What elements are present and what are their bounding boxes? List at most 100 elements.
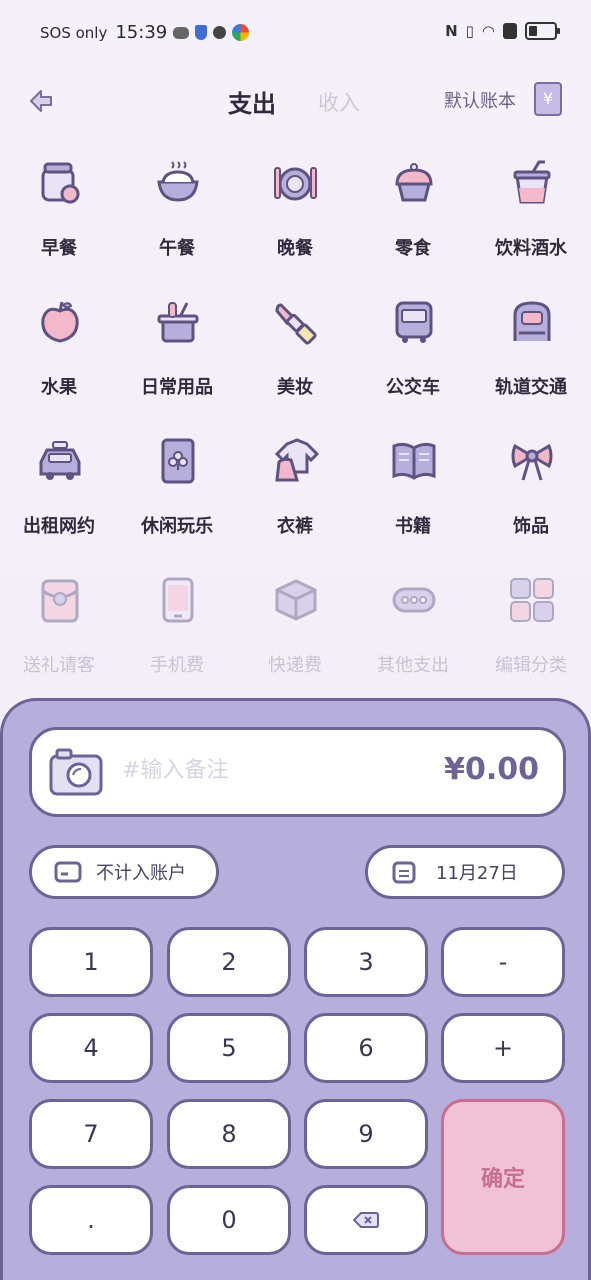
date-picker[interactable]: 11月27日 [365, 845, 565, 899]
carrier-text: SOS only [40, 23, 108, 42]
category-label: 美妆 [277, 377, 313, 398]
key-decimal[interactable]: . [29, 1185, 153, 1255]
category-delivery[interactable]: 快递费 [236, 567, 354, 687]
confirm-button[interactable]: 确定 [441, 1099, 565, 1255]
category-metro[interactable]: 轨道交通 [472, 289, 590, 409]
book-icon [392, 442, 436, 480]
shield-icon [195, 25, 208, 40]
category-label: 早餐 [41, 238, 77, 259]
status-left: SOS only 15:39 [40, 22, 250, 43]
account-book-label[interactable]: 默认账本 [444, 87, 516, 113]
category-label: 日常用品 [141, 377, 213, 398]
status-right: N ▯ ◠ [445, 22, 560, 40]
category-drinks[interactable]: 饮料酒水 [472, 150, 590, 270]
category-label: 送礼请客 [23, 655, 95, 676]
category-label: 手机费 [150, 655, 204, 676]
category-bus[interactable]: 公交车 [354, 289, 472, 409]
category-label: 水果 [41, 377, 77, 398]
close-badge-icon [213, 26, 227, 39]
category-label: 编辑分类 [495, 655, 567, 676]
key-8[interactable]: 8 [167, 1099, 291, 1169]
category-label: 午餐 [159, 238, 195, 259]
memo-box: ¥0.00 [29, 727, 566, 817]
category-clothes[interactable]: 衣裤 [236, 428, 354, 548]
key-4[interactable]: 4 [29, 1013, 153, 1083]
red-envelope-icon [41, 579, 79, 623]
category-snacks[interactable]: 零食 [354, 150, 472, 270]
account-book-icon[interactable]: ¥ [534, 82, 562, 116]
category-label: 衣裤 [277, 516, 313, 537]
category-lunch[interactable]: 午餐 [118, 150, 236, 270]
toiletries-icon [157, 302, 199, 343]
tab-expense[interactable]: 支出 [228, 84, 276, 119]
category-accessories[interactable]: 饰品 [472, 428, 590, 548]
calendar-icon [392, 861, 416, 884]
vibrate-icon: ▯ [465, 22, 474, 40]
game-icon [173, 26, 190, 39]
category-other[interactable]: 其他支出 [354, 567, 472, 687]
category-makeup[interactable]: 美妆 [236, 289, 354, 409]
metro-icon [513, 301, 551, 341]
drink-cup-icon [513, 160, 551, 204]
camera-icon[interactable] [49, 746, 103, 798]
key-minus[interactable]: - [441, 927, 565, 997]
key-plus[interactable]: + [441, 1013, 565, 1083]
key-9[interactable]: 9 [304, 1099, 428, 1169]
category-leisure[interactable]: 休闲玩乐 [118, 428, 236, 548]
cupcake-icon [395, 163, 433, 202]
wifi-icon: ◠ [481, 22, 495, 40]
back-arrow-icon[interactable] [28, 88, 54, 114]
backspace-button[interactable] [304, 1185, 428, 1255]
key-1[interactable]: 1 [29, 927, 153, 997]
header: 支出 收入 默认账本 ¥ [0, 78, 591, 126]
keypad-panel: ¥0.00 不计入账户 11月27日 1 2 3 - 4 5 6 + 7 8 9… [0, 698, 591, 1280]
key-5[interactable]: 5 [167, 1013, 291, 1083]
category-fruit[interactable]: 水果 [0, 289, 118, 409]
apple-icon [41, 301, 79, 343]
key-7[interactable]: 7 [29, 1099, 153, 1169]
card-icon [54, 861, 82, 883]
exclude-account-label: 不计入账户 [96, 863, 186, 884]
category-label: 出租网约 [23, 516, 95, 537]
playing-card-icon [161, 438, 195, 484]
taxi-icon [39, 441, 81, 480]
category-label: 快递费 [268, 655, 322, 676]
key-0[interactable]: 0 [167, 1185, 291, 1255]
battery-icon [525, 22, 560, 40]
category-edit[interactable]: 编辑分类 [472, 567, 590, 687]
rice-bowl-icon [157, 161, 199, 202]
category-books[interactable]: 书籍 [354, 428, 472, 548]
exclude-account-toggle[interactable]: 不计入账户 [29, 845, 219, 899]
clock: 15:39 [115, 22, 168, 43]
category-label: 饰品 [513, 516, 549, 537]
lipstick-icon [275, 303, 317, 345]
date-label: 11月27日 [436, 863, 518, 884]
category-label: 书籍 [395, 516, 431, 537]
category-label: 轨道交通 [495, 377, 567, 398]
category-gifts[interactable]: 送礼请客 [0, 567, 118, 687]
category-label: 其他支出 [377, 655, 449, 676]
status-bar: SOS only 15:39 N ▯ ◠ [0, 0, 591, 66]
key-3[interactable]: 3 [304, 927, 428, 997]
category-label: 饮料酒水 [495, 238, 567, 259]
category-daily-goods[interactable]: 日常用品 [118, 289, 236, 409]
nfc-icon: N [445, 22, 458, 40]
edit-grid-icon [510, 578, 554, 622]
amount-display: ¥0.00 [444, 752, 539, 787]
alert-icon [503, 23, 517, 39]
memo-input[interactable] [122, 758, 402, 783]
tab-income[interactable]: 收入 [318, 87, 360, 117]
key-6[interactable]: 6 [304, 1013, 428, 1083]
category-breakfast[interactable]: 早餐 [0, 150, 118, 270]
phone-icon [162, 577, 194, 623]
clothes-icon [274, 438, 319, 482]
category-label: 休闲玩乐 [141, 516, 213, 537]
key-2[interactable]: 2 [167, 927, 291, 997]
category-phone-bill[interactable]: 手机费 [118, 567, 236, 687]
category-taxi[interactable]: 出租网约 [0, 428, 118, 548]
category-label: 零食 [395, 238, 431, 259]
breakfast-jar-icon [41, 162, 80, 204]
backspace-icon [353, 1212, 379, 1228]
bus-icon [395, 301, 433, 343]
category-dinner[interactable]: 晚餐 [236, 150, 354, 270]
